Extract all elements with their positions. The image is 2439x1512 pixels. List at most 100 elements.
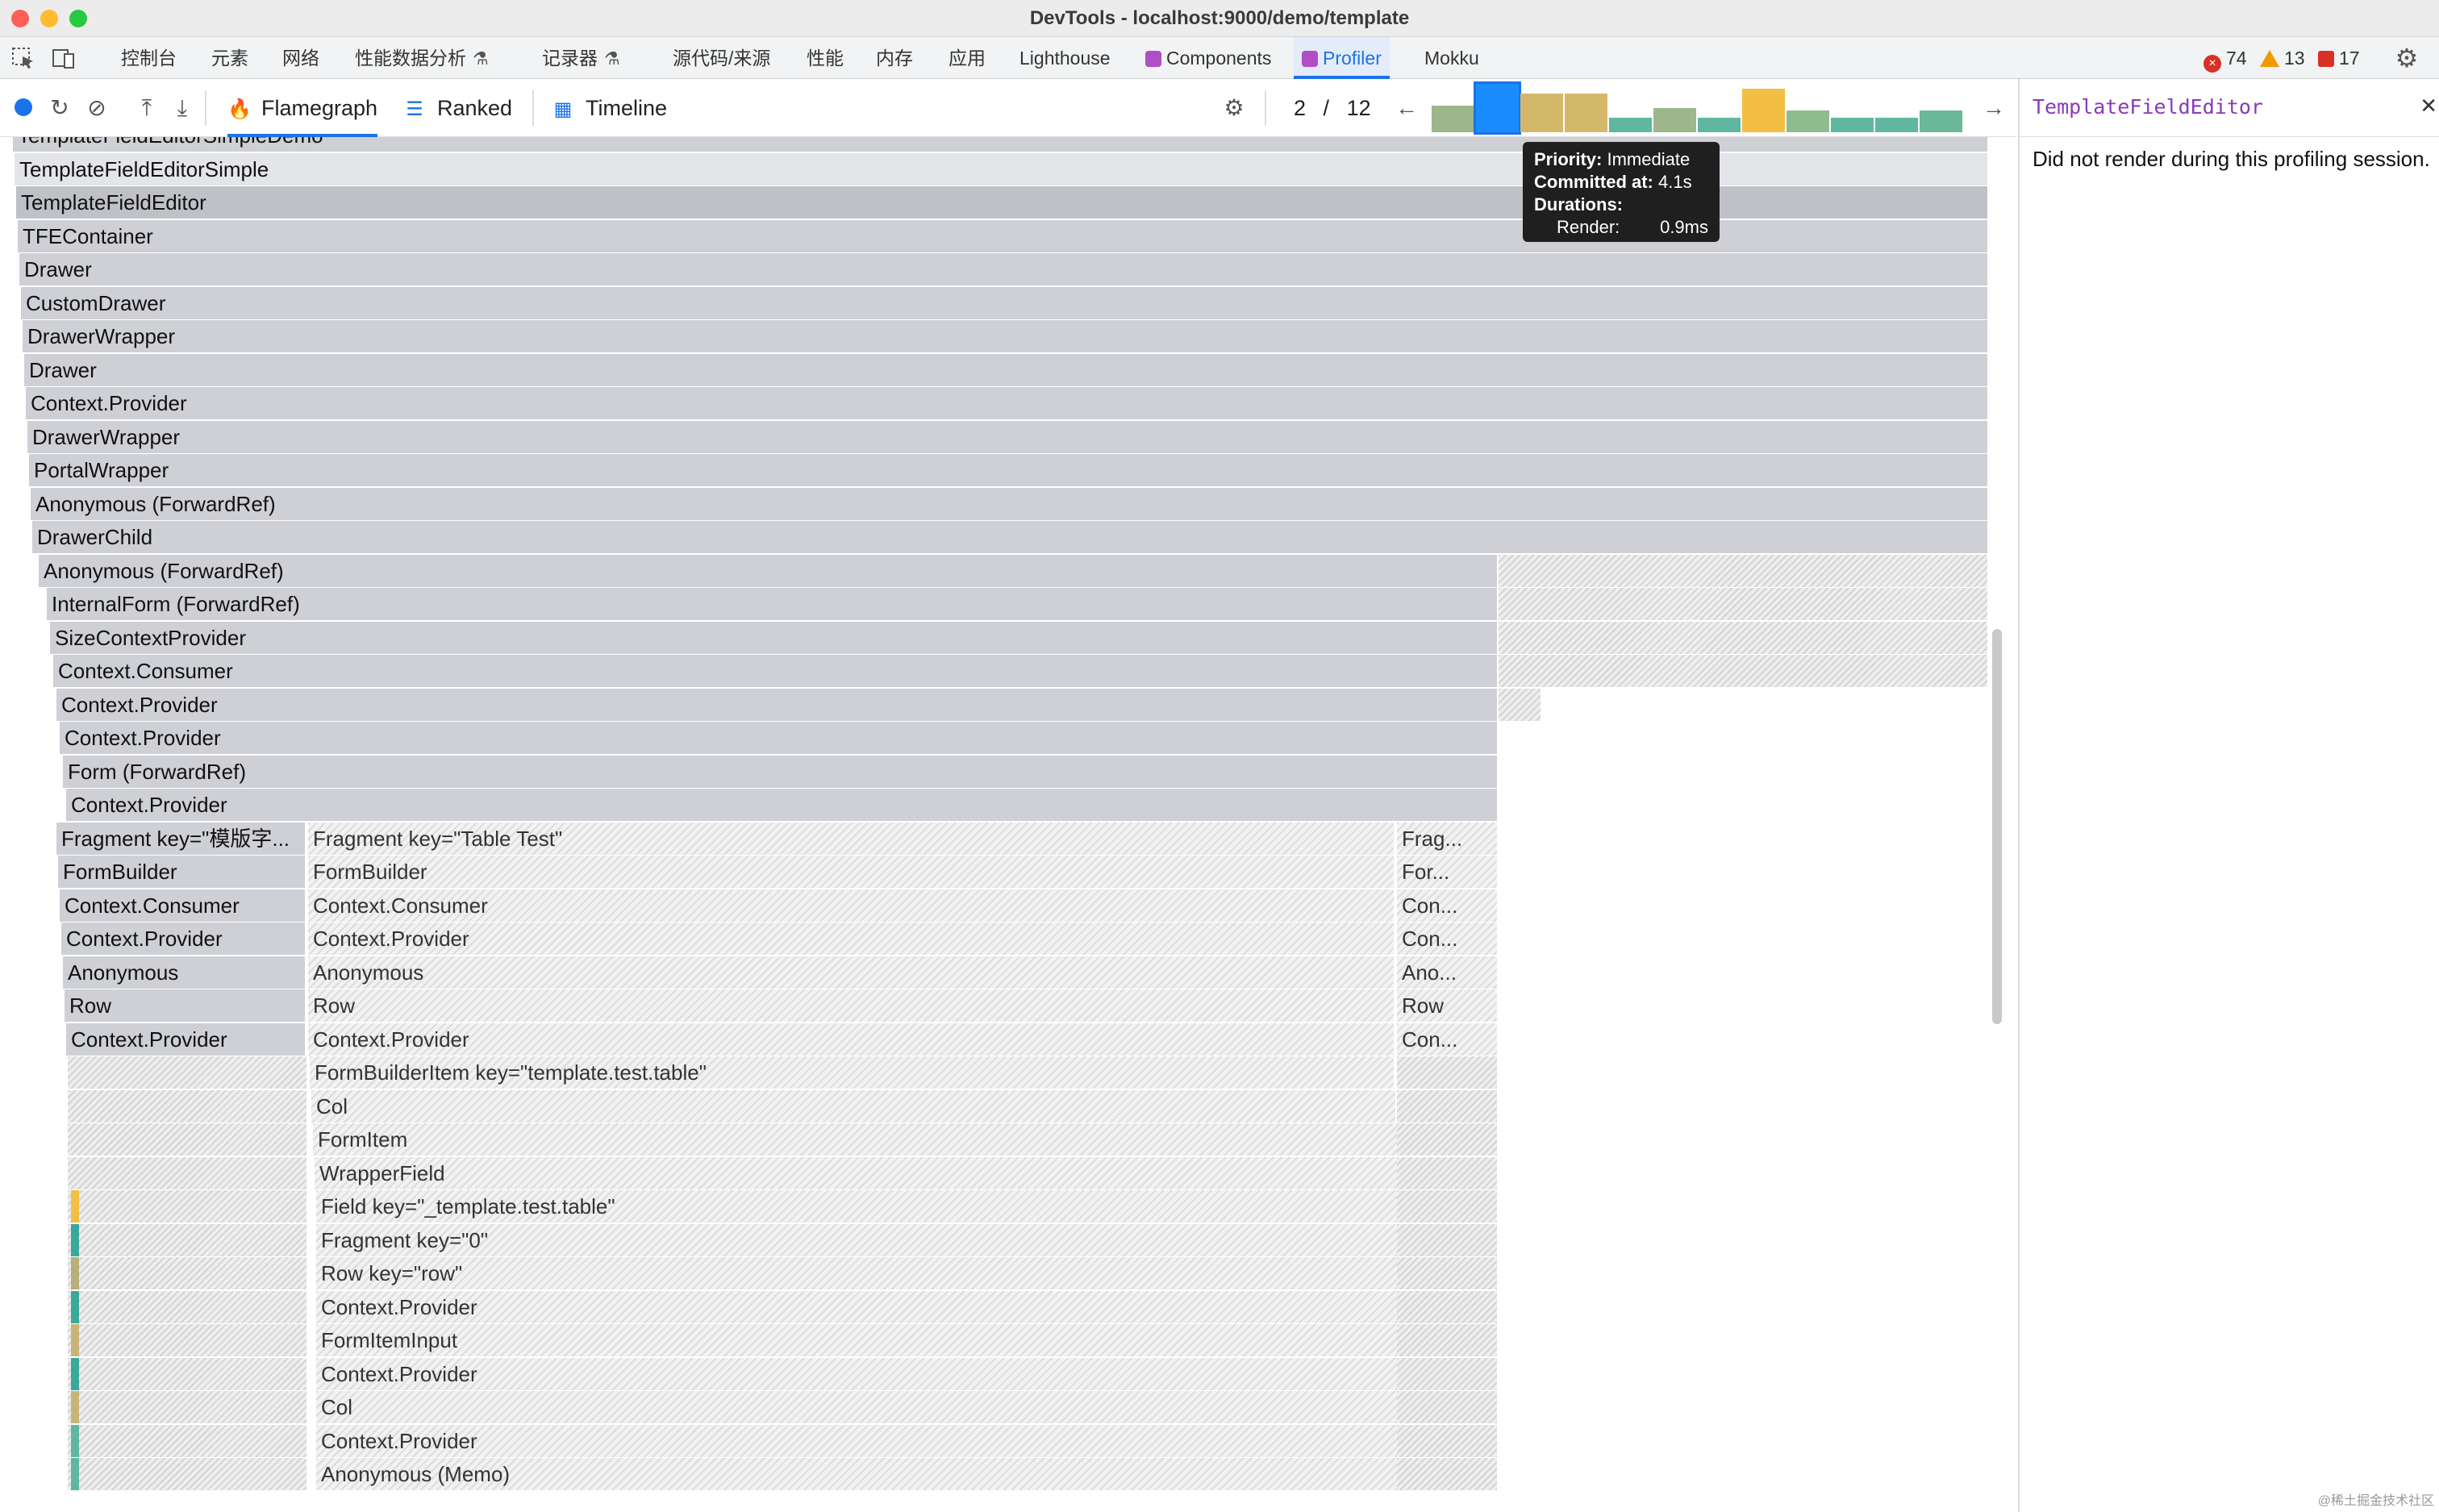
devtools-tab-11[interactable]: Profiler	[1294, 37, 1390, 79]
flamegraph-node[interactable]: FormBuilderItem key="template.test.table…	[310, 1056, 1394, 1089]
flamegraph-node[interactable]: FormItemInput	[316, 1324, 1400, 1356]
collapsed-nodes	[68, 1123, 306, 1156]
commit-bar[interactable]	[1609, 118, 1652, 132]
flamegraph-node[interactable]: Context.Consumer	[53, 655, 1497, 687]
commit-bar[interactable]	[1698, 118, 1741, 132]
devtools-tab-5[interactable]: 源代码/来源	[673, 37, 770, 79]
commit-bar[interactable]	[1831, 118, 1874, 132]
commit-bar[interactable]	[1474, 81, 1521, 135]
reload-and-profile-icon[interactable]: ↻	[47, 95, 73, 121]
commit-bar[interactable]	[1653, 108, 1696, 132]
save-profile-icon[interactable]: ⤓	[169, 95, 195, 121]
tab-timeline[interactable]: ▦ Timeline	[552, 79, 667, 137]
flamegraph-node[interactable]: Anonymous	[63, 956, 305, 989]
issue-count-value: 17	[2339, 48, 2360, 69]
flamegraph-node[interactable]: Context.Provider	[56, 689, 1497, 721]
flamegraph-node[interactable]: Con...	[1397, 889, 1497, 922]
warning-count[interactable]: 13	[2260, 48, 2305, 69]
devtools-tab-7[interactable]: 内存	[876, 37, 913, 79]
flamegraph-node[interactable]: Row key="row"	[316, 1257, 1400, 1289]
flamegraph-node[interactable]: For...	[1397, 856, 1497, 888]
previous-commit-arrow-icon[interactable]: ←	[1394, 95, 1420, 121]
device-toolbar-icon[interactable]	[52, 47, 76, 69]
flamegraph-node[interactable]: WrapperField	[315, 1157, 1399, 1189]
flamegraph-node[interactable]: Drawer	[24, 354, 1987, 386]
flamegraph-node[interactable]: Context.Provider	[66, 789, 1497, 821]
clear-profile-icon[interactable]: ⊘	[84, 95, 110, 121]
commit-bar[interactable]	[1920, 110, 1962, 132]
flamegraph-node[interactable]: Ano...	[1397, 956, 1497, 989]
flamegraph-node[interactable]: FormItem	[313, 1123, 1397, 1156]
flamegraph-node[interactable]: Context.Provider	[61, 923, 305, 955]
error-count[interactable]: × 74	[2203, 48, 2247, 73]
flamegraph-node[interactable]: Col	[311, 1090, 1395, 1123]
profiler-settings-gear-icon[interactable]: ⚙	[1221, 95, 1247, 121]
load-profile-icon[interactable]: ⤒	[134, 95, 160, 121]
flamegraph-node[interactable]: Context.Consumer	[60, 889, 305, 922]
flamegraph-node[interactable]: Drawer	[19, 253, 1987, 285]
flamegraph-node[interactable]: Con...	[1397, 923, 1497, 955]
next-commit-arrow-icon[interactable]: →	[1981, 95, 2007, 121]
commit-bar[interactable]	[1787, 110, 1829, 132]
devtools-tab-4[interactable]: 记录器 ⚗	[542, 37, 620, 79]
devtools-settings-gear-icon[interactable]: ⚙	[2394, 45, 2420, 71]
flamegraph-node[interactable]: Context.Provider	[60, 722, 1497, 754]
start-profiling-button[interactable]	[15, 98, 32, 116]
toolbar-divider	[532, 90, 534, 126]
flamegraph-node[interactable]: Fragment key="Table Test"	[308, 823, 1394, 855]
flamegraph-node[interactable]: Col	[316, 1391, 1400, 1423]
commit-bar[interactable]	[1432, 106, 1474, 132]
flamegraph-node[interactable]: Frag...	[1397, 823, 1497, 855]
flamegraph-node[interactable]: SizeContextProvider	[50, 622, 1497, 654]
flamegraph-node[interactable]: FormBuilder	[308, 856, 1394, 888]
flamegraph-node[interactable]: Context.Provider	[308, 1023, 1394, 1056]
error-count-value: 74	[2226, 48, 2247, 69]
devtools-tab-0[interactable]: 控制台	[121, 37, 177, 79]
tab-flamegraph[interactable]: 🔥 Flamegraph	[227, 79, 378, 137]
flamegraph-node[interactable]: Anonymous (ForwardRef)	[31, 488, 1987, 520]
commit-selector[interactable]	[1432, 81, 1964, 135]
inspect-element-icon[interactable]	[11, 47, 35, 69]
devtools-tab-3[interactable]: 性能数据分析 ⚗	[355, 37, 489, 79]
flamegraph-node[interactable]: Context.Provider	[66, 1023, 305, 1056]
flamegraph-scrollbar[interactable]	[1992, 629, 2002, 1024]
devtools-tab-9[interactable]: Lighthouse	[1019, 37, 1111, 79]
flamegraph-node[interactable]: Row	[65, 989, 305, 1022]
devtools-tab-1[interactable]: 元素	[211, 37, 248, 79]
flamegraph-node[interactable]: DrawerWrapper	[27, 421, 1987, 453]
flamegraph-node[interactable]: PortalWrapper	[29, 454, 1987, 486]
flamegraph-node[interactable]: Anonymous	[308, 956, 1394, 989]
flamegraph-node[interactable]: Anonymous (Memo)	[316, 1458, 1400, 1490]
devtools-tab-2[interactable]: 网络	[282, 37, 319, 79]
commit-bar[interactable]	[1742, 89, 1785, 132]
flamegraph-node[interactable]: Fragment key="0"	[316, 1224, 1400, 1256]
commit-bar[interactable]	[1565, 94, 1607, 132]
flamegraph-node[interactable]: Fragment key="模版字...	[56, 823, 305, 855]
flamegraph-node[interactable]: Anonymous (ForwardRef)	[39, 555, 1497, 587]
commit-bar[interactable]	[1520, 94, 1563, 132]
flamegraph-node[interactable]: Context.Provider	[316, 1358, 1400, 1390]
flamegraph-node[interactable]: InternalForm (ForwardRef)	[47, 588, 1497, 620]
flamegraph-node[interactable]: DrawerWrapper	[23, 320, 1987, 352]
devtools-tab-10[interactable]: Components	[1145, 37, 1271, 79]
commit-bar[interactable]	[1875, 118, 1918, 132]
flamegraph-node[interactable]: Form (ForwardRef)	[63, 756, 1497, 788]
flamegraph-node[interactable]: Con...	[1397, 1023, 1497, 1056]
flamegraph-node[interactable]: FormBuilder	[58, 856, 305, 888]
devtools-tab-12[interactable]: Mokku	[1424, 37, 1479, 79]
devtools-tab-8[interactable]: 应用	[948, 37, 986, 79]
flamegraph-node[interactable]: DrawerChild	[32, 521, 1987, 553]
flamegraph-node[interactable]: Context.Consumer	[308, 889, 1394, 922]
flamegraph-node[interactable]: Context.Provider	[316, 1291, 1400, 1323]
flamegraph-node[interactable]: CustomDrawer	[21, 287, 1987, 319]
close-panel-icon[interactable]: ✕	[2420, 94, 2437, 119]
flamegraph-node[interactable]: Field key="_template.test.table"	[316, 1190, 1400, 1223]
flamegraph-node[interactable]: Context.Provider	[26, 387, 1987, 419]
flamegraph-node[interactable]: Context.Provider	[308, 923, 1394, 955]
flamegraph-node[interactable]: Row	[308, 989, 1394, 1022]
devtools-tab-6[interactable]: 性能	[807, 37, 844, 79]
flamegraph-node[interactable]: Context.Provider	[316, 1425, 1400, 1457]
issue-count[interactable]: 17	[2318, 48, 2360, 69]
tab-ranked[interactable]: ☰ Ranked	[403, 79, 512, 137]
flamegraph-node[interactable]: Row	[1397, 989, 1497, 1022]
